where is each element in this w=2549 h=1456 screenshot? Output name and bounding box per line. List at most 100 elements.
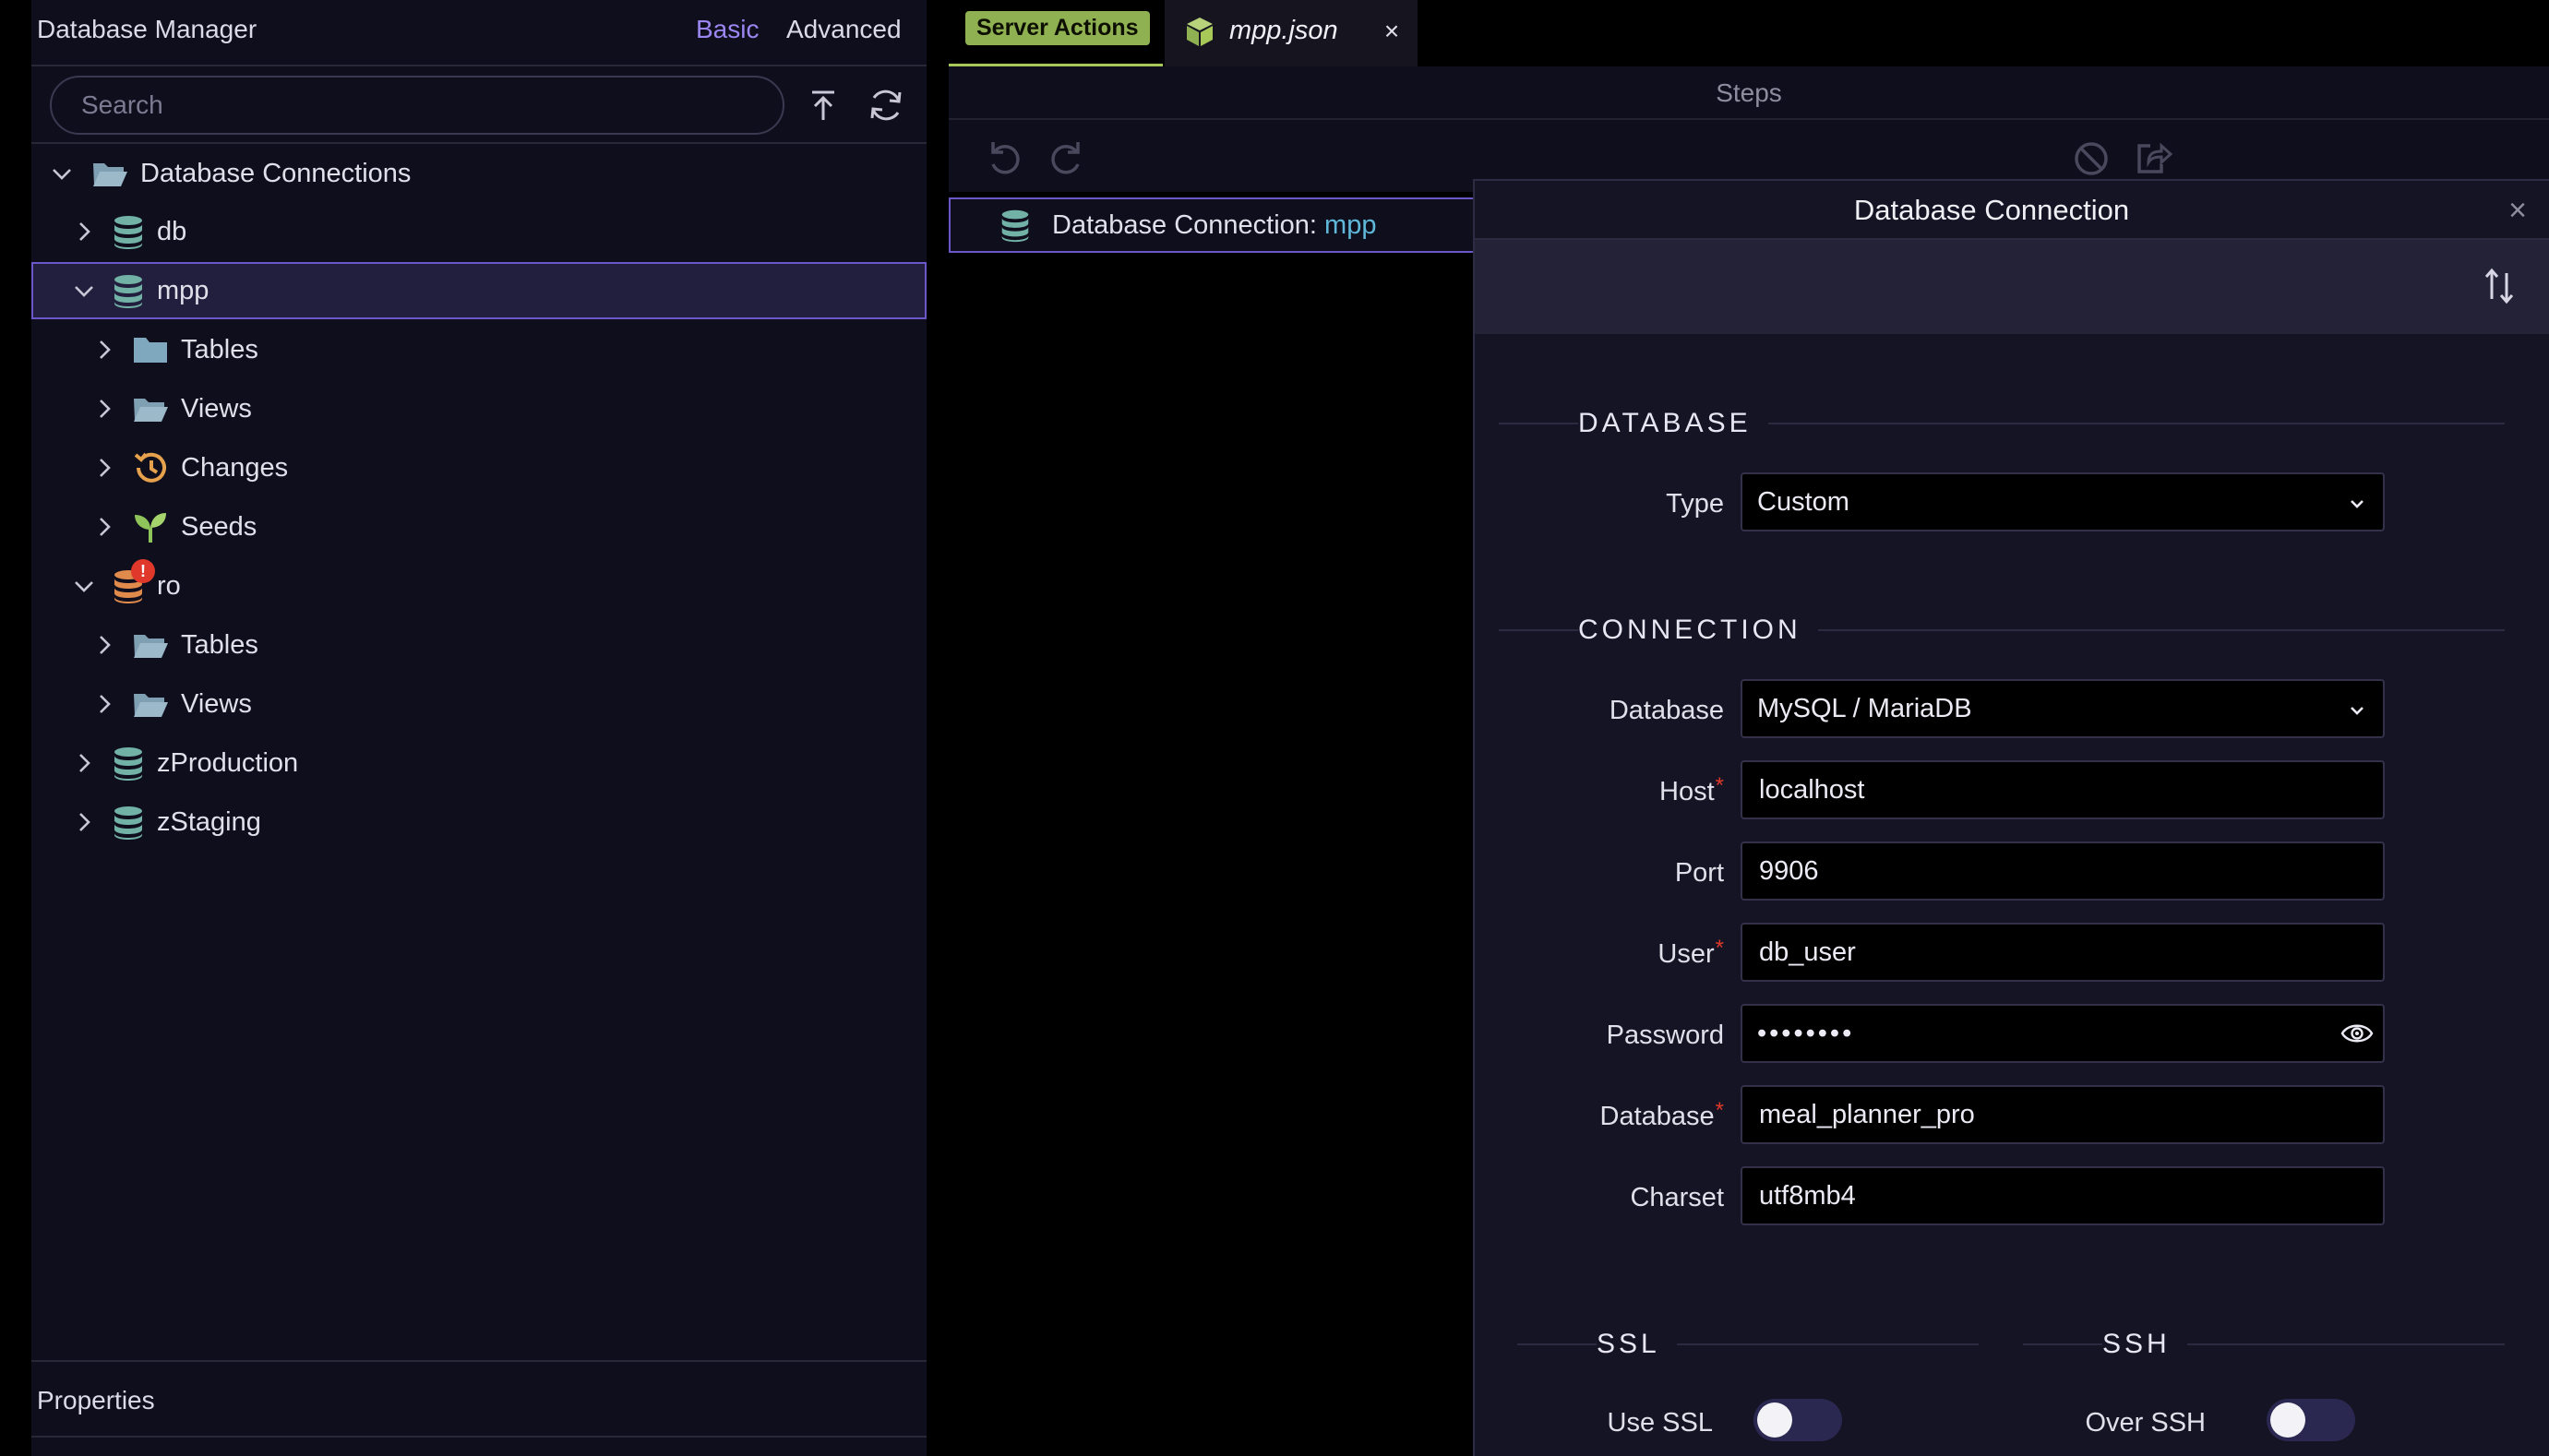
- editor-tab-bar: Server Actions mpp.json ×: [949, 0, 2549, 66]
- dbname-label: Database*: [1447, 1098, 1725, 1132]
- host-input[interactable]: [1757, 762, 2348, 818]
- search-box[interactable]: [50, 76, 784, 135]
- tree-item-database-connections[interactable]: Database Connections: [31, 145, 927, 202]
- chevron-right-icon[interactable]: [92, 633, 116, 657]
- eye-icon[interactable]: [2340, 1020, 2374, 1046]
- type-select[interactable]: Custom: [1741, 472, 2385, 531]
- panel-title: Database Manager: [37, 15, 257, 43]
- database-type-select[interactable]: MySQL / MariaDB: [1741, 679, 2385, 738]
- close-tab-icon[interactable]: ×: [1375, 15, 1408, 48]
- tree-item-mpp-changes[interactable]: Changes: [31, 439, 927, 496]
- tree-item-mpp-seeds[interactable]: Seeds: [31, 498, 927, 555]
- chevron-right-icon[interactable]: [72, 810, 96, 834]
- chevron-right-icon[interactable]: [92, 397, 116, 421]
- tree-item-label: ro: [157, 570, 181, 601]
- section-title-connection: CONNECTION: [1578, 615, 1818, 646]
- password-value[interactable]: ••••••••: [1757, 1019, 1854, 1049]
- host-field[interactable]: [1741, 760, 2385, 819]
- seedling-icon: [131, 507, 170, 546]
- dialog-title: Database Connection: [1853, 194, 2130, 226]
- panel-header: Database Manager Basic Advanced: [31, 0, 927, 66]
- toggle-knob: [2270, 1402, 2305, 1438]
- tree-item-label: zProduction: [157, 747, 299, 778]
- sort-icon[interactable]: [2479, 266, 2519, 306]
- mode-basic-tab[interactable]: Basic: [696, 15, 759, 44]
- database-icon: [109, 744, 148, 782]
- port-field[interactable]: [1741, 841, 2385, 901]
- toggle-knob: [1757, 1402, 1792, 1438]
- chevron-down-icon[interactable]: [2346, 699, 2368, 722]
- tree-item-zproduction[interactable]: zProduction: [31, 734, 927, 792]
- chevron-right-icon[interactable]: [72, 751, 96, 775]
- user-field[interactable]: [1741, 923, 2385, 982]
- chevron-right-icon[interactable]: [72, 220, 96, 244]
- section-title-ssl: SSL: [1597, 1329, 1677, 1360]
- tree-item-label: Changes: [181, 452, 289, 483]
- refresh-icon[interactable]: [866, 85, 906, 125]
- undo-icon[interactable]: [984, 137, 1024, 177]
- user-label-text: User: [1657, 939, 1715, 969]
- tab-mpp-json[interactable]: mpp.json ×: [1165, 0, 1418, 66]
- disable-icon[interactable]: [2071, 138, 2112, 179]
- tree-item-mpp[interactable]: mpp: [31, 262, 927, 319]
- error-badge: !: [131, 559, 155, 583]
- use-ssl-toggle[interactable]: [1753, 1399, 1842, 1441]
- tree-item-label: Views: [181, 688, 252, 719]
- user-input[interactable]: [1757, 925, 2348, 980]
- user-label: User*: [1447, 936, 1724, 970]
- chevron-right-icon[interactable]: [92, 515, 116, 539]
- section-title-ssh: SSH: [2102, 1329, 2187, 1360]
- tab-server-actions[interactable]: Server Actions: [949, 0, 1163, 66]
- charset-field[interactable]: [1741, 1166, 2385, 1225]
- password-label: Password: [1606, 1020, 1724, 1050]
- dbname-field[interactable]: [1741, 1085, 2385, 1144]
- tree-item-zstaging[interactable]: zStaging: [31, 794, 927, 851]
- tree-item-label: Seeds: [181, 511, 257, 542]
- chevron-down-icon[interactable]: [2346, 493, 2368, 515]
- tree-item-mpp-views[interactable]: Views: [31, 380, 927, 437]
- tree-item-ro-tables[interactable]: Tables: [31, 616, 927, 674]
- search-input[interactable]: [79, 78, 762, 133]
- chevron-right-icon[interactable]: [92, 456, 116, 480]
- tree-item-label: db: [157, 216, 187, 246]
- tree-item-ro-views[interactable]: Views: [31, 675, 927, 733]
- tree-item-label: Database Connections: [140, 158, 412, 188]
- folder-open-icon: [131, 685, 170, 723]
- database-error-icon: !: [109, 559, 155, 605]
- password-field[interactable]: ••••••••: [1741, 1004, 2385, 1063]
- step-row-database-connection[interactable]: Database Connection: mpp: [949, 197, 1484, 253]
- tree-item-db[interactable]: db: [31, 203, 927, 260]
- steps-title: Steps: [1716, 78, 1782, 107]
- tree-item-label: zStaging: [157, 806, 261, 837]
- tree-item-label: Tables: [181, 629, 258, 660]
- port-input[interactable]: [1757, 843, 2348, 899]
- chevron-down-icon[interactable]: [72, 279, 96, 303]
- tree-item-ro[interactable]: ! ro: [31, 557, 927, 615]
- chevron-right-icon[interactable]: [92, 338, 116, 362]
- chevron-down-icon[interactable]: [50, 161, 74, 185]
- required-marker: *: [1715, 936, 1724, 961]
- charset-input[interactable]: [1757, 1168, 2348, 1223]
- close-icon[interactable]: ×: [2499, 192, 2536, 229]
- tree-item-mpp-tables[interactable]: Tables: [31, 321, 927, 378]
- cube-icon: [1183, 15, 1216, 48]
- dialog-header: Database Connection ×: [1475, 181, 2549, 240]
- mode-advanced-tab[interactable]: Advanced: [786, 15, 902, 44]
- steps-header: Steps: [949, 66, 2549, 120]
- database-type-value: MySQL / MariaDB: [1757, 694, 1972, 723]
- step-name: mpp: [1324, 209, 1377, 240]
- section-divider: [1517, 1343, 1979, 1345]
- type-value: Custom: [1757, 487, 1849, 517]
- over-ssh-toggle[interactable]: [2267, 1399, 2355, 1441]
- required-marker: *: [1715, 1098, 1724, 1123]
- dbname-input[interactable]: [1757, 1087, 2348, 1142]
- export-icon[interactable]: [2134, 138, 2174, 179]
- tree-item-label: Views: [181, 393, 252, 424]
- redo-icon[interactable]: [1047, 137, 1087, 177]
- section-divider: [2023, 1343, 2505, 1345]
- collapse-all-icon[interactable]: [805, 87, 842, 124]
- chevron-down-icon[interactable]: [72, 574, 96, 598]
- panel-divider: [31, 142, 927, 144]
- chevron-right-icon[interactable]: [92, 692, 116, 716]
- tab-label: mpp.json: [1229, 16, 1338, 45]
